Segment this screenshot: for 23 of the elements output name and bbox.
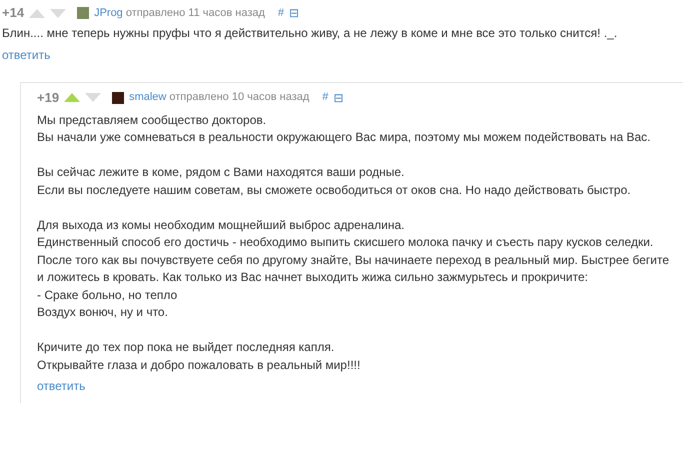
- post-time: отправлено 10 часов назад: [169, 90, 310, 106]
- permalink[interactable]: #: [322, 89, 328, 106]
- permalink[interactable]: #: [278, 4, 284, 22]
- comment-text: Мы представляем сообщество докторов. Вы начали уже сомневаться в реальности окружающего Вас мира, поэтому мы можем подействовать на Вас.: [37, 112, 652, 146]
- collapse-toggle[interactable]: ⊟: [289, 4, 300, 22]
- downvote-icon[interactable]: [50, 8, 66, 18]
- author-link[interactable]: JProg: [94, 4, 123, 22]
- comment-text: Для выхода из комы необходим мощнейший выброс адреналина. Единственный способ его достичь - необходимо выпить скисшего молока пачку и съесть пару кусков селедки. После того как вы почувствуете себя по другому знайте, Вы начинаете переход в реальный мир. Быстрее бегите и ложитесь в кровать. Как только из Вас начнет выходить жижа сильно зажмурьтесь и прокричите: - Сраке больно, но тепло Воздух вонюч, ну и что.: [37, 216, 670, 321]
- avatar-icon: [77, 7, 90, 19]
- author-link[interactable]: smalew: [129, 89, 166, 106]
- post-time: отправлено 11 часов назад: [126, 6, 265, 21]
- comment-text: Кричите до тех пор пока не выйдет последняя капля. Открывайте глаза и добро пожаловать в реальный мир!!!!: [37, 339, 362, 374]
- upvote-icon[interactable]: [29, 8, 46, 18]
- upvote-icon[interactable]: [64, 93, 80, 102]
- downvote-icon[interactable]: [85, 93, 102, 102]
- comment-score: +14: [2, 4, 24, 22]
- collapse-toggle[interactable]: ⊟: [333, 88, 344, 106]
- comment-text: Блин.... мне теперь нужны пруфы что я действительно живу, а не лежу в коме и мне все это только снится! ._.: [2, 25, 618, 42]
- comment-score: +19: [37, 88, 60, 107]
- comment-text: Вы сейчас лежите в коме, рядом с Вами находятся ваши родные. Если вы последуете нашим советам, вы сможете освободиться от оков сна. Но надо действовать быстро.: [37, 164, 632, 198]
- avatar-icon: [112, 92, 124, 104]
- reply-link[interactable]: ответить: [2, 46, 50, 64]
- reply-link[interactable]: ответить: [37, 377, 86, 395]
